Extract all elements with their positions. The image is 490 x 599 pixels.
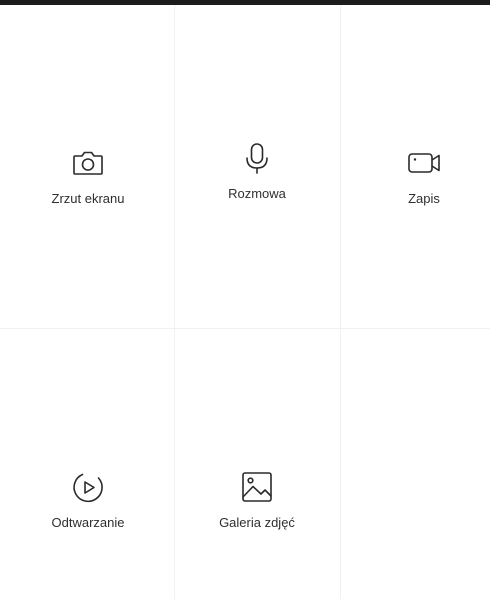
tile-gallery[interactable]: Galeria zdjęć	[187, 467, 327, 530]
tile-label: Zrzut ekranu	[51, 191, 125, 206]
tile-label: Odtwarzanie	[51, 515, 125, 530]
tile-label: Rozmowa	[228, 186, 286, 201]
tile-label: Zapis	[408, 191, 440, 206]
camera-icon	[68, 143, 108, 183]
video-camera-icon	[404, 143, 444, 183]
column-divider	[174, 5, 175, 599]
tile-record[interactable]: Zapis	[354, 143, 490, 206]
row-divider	[0, 328, 490, 329]
tools-grid: Zrzut ekranu Rozmowa Zapis Odtwarzanie G…	[0, 5, 490, 599]
microphone-icon	[237, 138, 277, 178]
tile-call[interactable]: Rozmowa	[187, 138, 327, 201]
image-icon	[237, 467, 277, 507]
tile-label: Galeria zdjęć	[219, 515, 295, 530]
tile-screenshot[interactable]: Zrzut ekranu	[18, 143, 158, 206]
play-circle-icon	[68, 467, 108, 507]
tile-playback[interactable]: Odtwarzanie	[18, 467, 158, 530]
column-divider	[340, 5, 341, 599]
